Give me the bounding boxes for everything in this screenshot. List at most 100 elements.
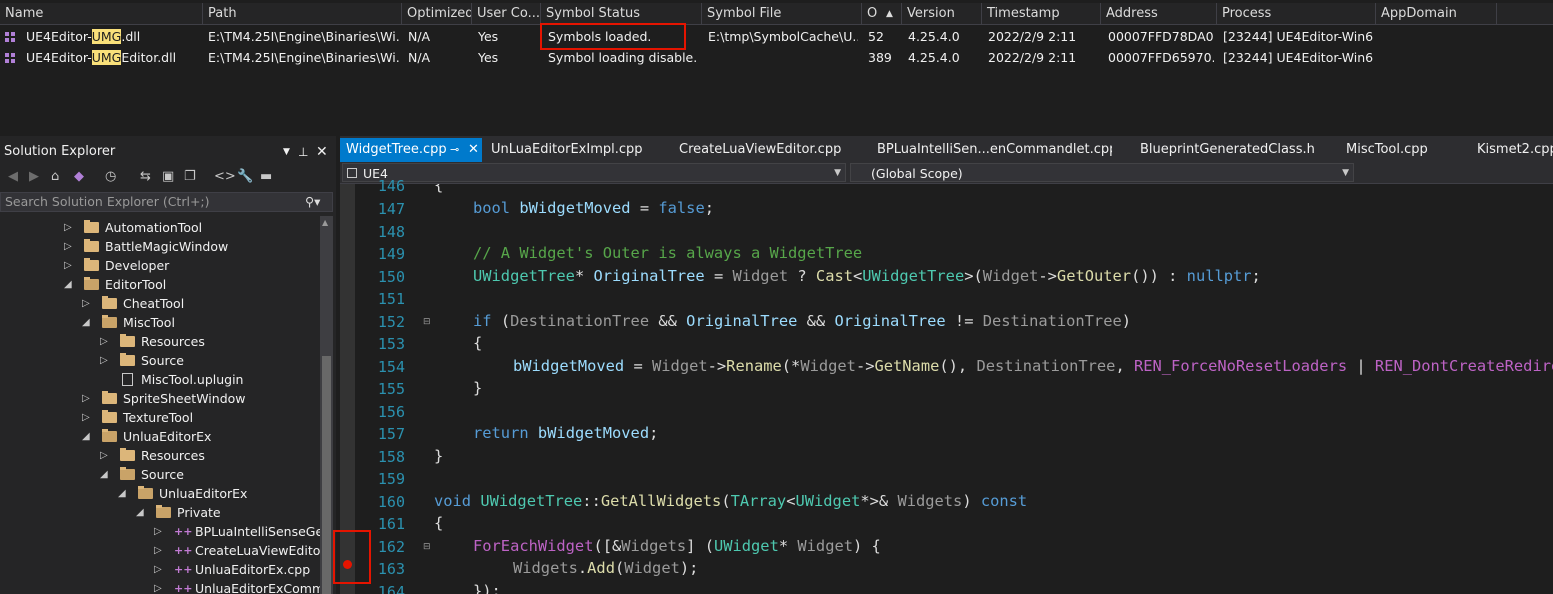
forward-icon[interactable]: ▶ <box>29 169 39 185</box>
column-symbol-status[interactable]: Symbol Status <box>541 3 702 25</box>
solution-explorer-search[interactable]: Search Solution Explorer (Ctrl+;) ⚲▾ <box>0 192 333 212</box>
pin-icon[interactable]: ⊸ <box>450 138 459 162</box>
line-number: 164 <box>377 583 405 594</box>
module-row[interactable]: UE4Editor-UMG.dll E:\TM4.25I\Engine\Bina… <box>0 26 1553 47</box>
line-number: 157 <box>377 425 405 443</box>
folder-icon <box>102 296 117 309</box>
tree-label: BattleMagicWindow <box>105 239 229 254</box>
folder-icon <box>120 448 135 461</box>
navigation-bar: UE4 ▼ (Global Scope) ▼ <box>340 162 1553 184</box>
tree-label: UnluaEditorEx <box>123 429 212 444</box>
cpp-file-icon: ++ <box>174 544 193 557</box>
column-order[interactable]: O ▲ <box>862 3 902 25</box>
tree-label: EditorTool <box>105 277 167 292</box>
expand-icon[interactable]: ▷ <box>154 560 164 579</box>
collapse-icon[interactable]: ◢ <box>82 313 92 332</box>
column-version[interactable]: Version <box>902 3 982 25</box>
expand-icon[interactable]: ▷ <box>82 408 92 427</box>
expand-icon[interactable]: ▷ <box>154 579 164 594</box>
line-number: 153 <box>377 335 405 353</box>
tab-createluavieweditor[interactable]: CreateLuaViewEditor.cpp <box>679 138 849 162</box>
collapse-icon[interactable]: ◢ <box>118 484 128 503</box>
scope-dropdown[interactable]: (Global Scope) ▼ <box>850 163 1354 182</box>
column-process[interactable]: Process <box>1217 3 1376 25</box>
column-user-code[interactable]: User Co... <box>472 3 541 25</box>
close-tab-icon[interactable]: ✕ <box>468 138 479 162</box>
project-dropdown[interactable]: UE4 ▼ <box>342 163 846 182</box>
modules-header: Name Path Optimized User Co... Symbol St… <box>0 3 1553 25</box>
minus-icon[interactable]: ▬ <box>260 169 272 185</box>
collapse-icon[interactable]: ◢ <box>82 427 92 446</box>
tab-kismet2[interactable]: Kismet2.cpp <box>1477 138 1553 162</box>
column-appdomain[interactable]: AppDomain <box>1376 3 1497 25</box>
tab-unluaeditorex[interactable]: UnLuaEditorExImpl.cpp <box>491 138 651 162</box>
module-icon <box>5 53 15 63</box>
expand-icon[interactable]: ▷ <box>154 541 164 560</box>
module-symbol-file <box>708 47 858 68</box>
code-line: }); <box>473 582 501 594</box>
scrollbar-thumb[interactable] <box>322 356 331 594</box>
code-icon[interactable]: <> <box>214 169 236 185</box>
home-icon[interactable]: ⌂ <box>51 169 59 185</box>
cpp-file-icon: ++ <box>174 563 193 576</box>
tab-bpluaintellisense[interactable]: BPLuaIntelliSen...enCommandlet.cpp <box>877 138 1112 162</box>
tab-label: WidgetTree.cpp <box>346 142 447 157</box>
module-order: 52 <box>868 29 884 44</box>
folder-icon <box>120 353 135 366</box>
back-icon[interactable]: ◀ <box>8 169 18 185</box>
line-number: 159 <box>377 470 405 488</box>
search-icon[interactable]: ⚲▾ <box>305 193 320 211</box>
collapse-icon[interactable]: ▣ <box>162 169 174 185</box>
dropdown-icon[interactable]: ▼ <box>283 142 290 162</box>
expand-icon[interactable]: ▷ <box>100 332 110 351</box>
collapse-icon[interactable]: ◢ <box>136 503 146 522</box>
sync-icon[interactable]: ⇆ <box>140 169 151 185</box>
line-number: 160 <box>377 493 405 511</box>
expand-icon[interactable]: ▷ <box>82 389 92 408</box>
copy-icon[interactable]: ❐ <box>184 169 196 185</box>
pin-icon[interactable]: ⊥ <box>298 142 308 162</box>
tree-label: Private <box>177 505 221 520</box>
column-path[interactable]: Path <box>203 3 402 25</box>
module-path: E:\TM4.25I\Engine\Binaries\Wi... <box>208 50 400 65</box>
line-number: 147 <box>377 200 405 218</box>
column-address[interactable]: Address <box>1101 3 1217 25</box>
close-icon[interactable]: ✕ <box>316 142 328 162</box>
solution-explorer-scrollbar[interactable]: ▲ <box>320 216 333 594</box>
tab-misctool[interactable]: MiscTool.cpp <box>1346 138 1456 162</box>
solution-explorer-toolbar: ◀ ▶ ⌂ ◆ ◷ ⇆ ▣ ❐ <> 🔧 ▬ <box>0 165 336 189</box>
module-row[interactable]: UE4Editor-UMGEditor.dll E:\TM4.25I\Engin… <box>0 47 1553 68</box>
module-version: 4.25.4.0 <box>908 50 960 65</box>
expand-icon[interactable]: ▷ <box>82 294 92 313</box>
code-editor[interactable]: { bool bWidgetMoved = false; // A Widget… <box>430 184 1553 594</box>
collapse-icon[interactable]: ◢ <box>64 275 74 294</box>
module-name: UE4Editor-UMG.dll <box>26 29 141 44</box>
module-process: [23244] UE4Editor-Win6... <box>1223 50 1373 65</box>
wrench-icon[interactable]: 🔧 <box>237 169 253 185</box>
code-line: bWidgetMoved = Widget->Rename(*Widget->G… <box>513 357 1553 375</box>
history-icon[interactable]: ◷ <box>105 169 116 185</box>
vs-icon[interactable]: ◆ <box>74 169 84 185</box>
column-name[interactable]: Name <box>0 3 203 25</box>
tab-widgettree[interactable]: WidgetTree.cpp ⊸ ✕ <box>340 138 482 162</box>
tree-label: CheatTool <box>123 296 185 311</box>
tree-label: BPLuaIntelliSenseGen <box>195 524 320 539</box>
module-address: 00007FFD78DA0... <box>1108 29 1214 44</box>
expand-icon[interactable]: ▷ <box>64 237 74 256</box>
tree-label: UnluaEditorEx.cpp <box>195 562 311 577</box>
column-timestamp[interactable]: Timestamp <box>982 3 1101 25</box>
expand-icon[interactable]: ▷ <box>100 351 110 370</box>
tab-blueprintgeneratedclass[interactable]: BlueprintGeneratedClass.h <box>1140 138 1320 162</box>
line-number: 158 <box>377 448 405 466</box>
column-optimized[interactable]: Optimized <box>402 3 472 25</box>
column-symbol-file[interactable]: Symbol File <box>702 3 862 25</box>
expand-icon[interactable]: ▷ <box>64 256 74 275</box>
solution-explorer: Solution Explorer ▼ ⊥ ✕ ◀ ▶ ⌂ ◆ ◷ ⇆ ▣ ❐ … <box>0 136 336 594</box>
code-line: // A Widget's Outer is always a WidgetTr… <box>473 244 863 262</box>
module-order: 389 <box>868 50 892 65</box>
collapse-icon[interactable]: ◢ <box>100 465 110 484</box>
expand-icon[interactable]: ▷ <box>64 218 74 237</box>
expand-icon[interactable]: ▷ <box>100 446 110 465</box>
scroll-up-icon[interactable]: ▲ <box>322 218 328 227</box>
expand-icon[interactable]: ▷ <box>154 522 164 541</box>
